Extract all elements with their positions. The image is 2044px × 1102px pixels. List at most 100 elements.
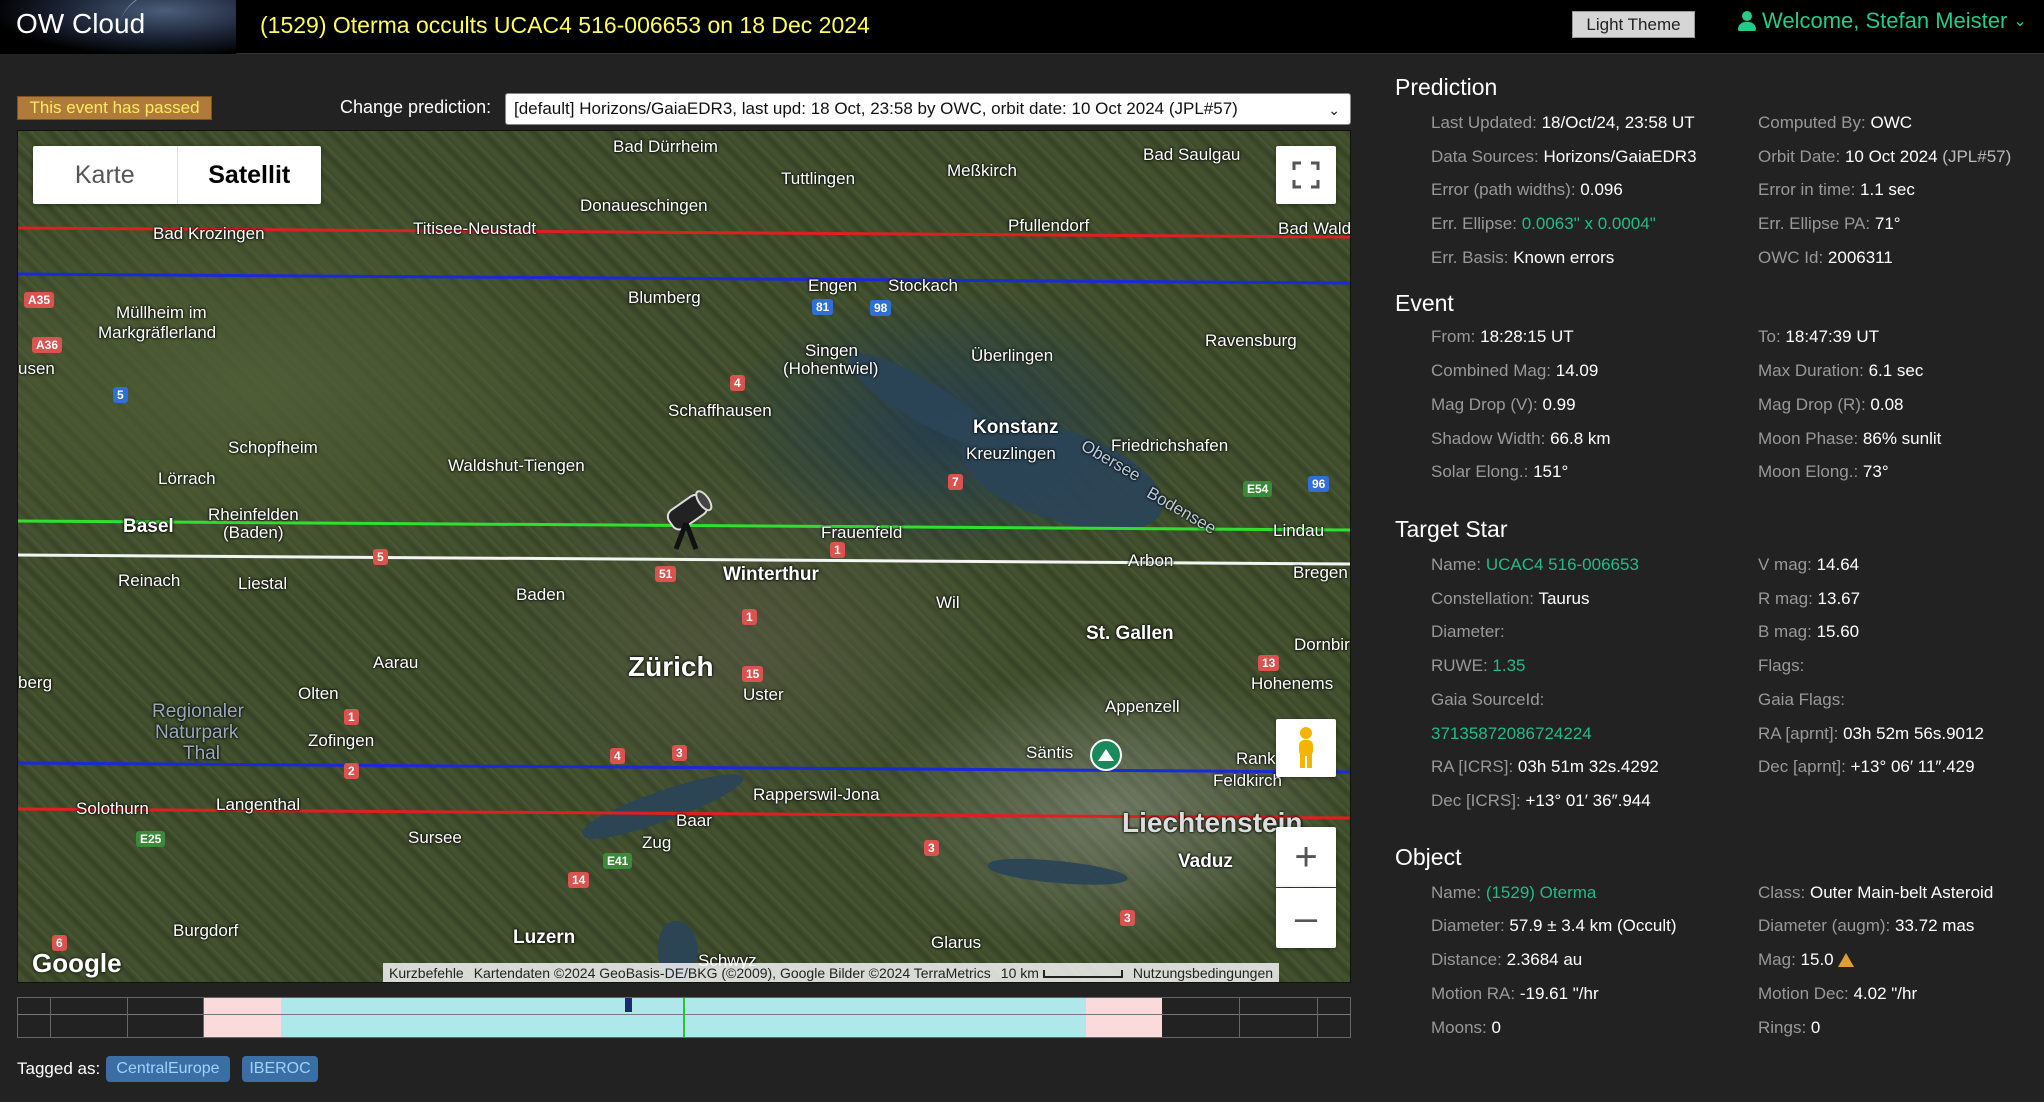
- road-badge: A36: [32, 337, 63, 353]
- gaia-source-id-link[interactable]: 37135872086724224: [1431, 724, 1592, 744]
- road-badge: 98: [870, 300, 892, 316]
- place-label: Müllheim im: [116, 303, 207, 322]
- chevron-down-icon: ⌄: [1328, 102, 1340, 118]
- ra-aprnt-field: RA [aprnt]: 03h 52m 56s.9012: [1758, 724, 1984, 743]
- object-name-link[interactable]: (1529) Oterma: [1486, 883, 1597, 902]
- place-label: Blumberg: [628, 288, 701, 307]
- place-label: Burgdorf: [173, 921, 239, 940]
- road-badge: A35: [24, 292, 55, 308]
- mag-drop-r-field: Mag Drop (R): 0.08: [1758, 395, 1904, 414]
- ruwe-link[interactable]: 1.35: [1492, 656, 1525, 675]
- place-label: usen: [18, 359, 55, 378]
- place-label: Schopfheim: [228, 438, 318, 457]
- gaia-source-id-field: Gaia SourceId:: [1431, 690, 1545, 709]
- road-badge: 4: [730, 375, 745, 391]
- timeline-tick: [128, 998, 204, 1037]
- moons-field: Moons: 0: [1431, 1018, 1501, 1037]
- from-field: From: 18:28:15 UT: [1431, 327, 1574, 346]
- place-label: Bad Dürrheim: [613, 137, 718, 156]
- place-label: Thal: [183, 743, 220, 764]
- google-logo: Google: [32, 948, 122, 978]
- owc-id-field: OWC Id: 2006311: [1758, 248, 1893, 267]
- street-view-pegman-button[interactable]: [1276, 719, 1336, 777]
- mountain-peak-icon[interactable]: [1090, 739, 1122, 771]
- map-type-toggle: Karte Satellit: [33, 146, 321, 204]
- event-timeline[interactable]: [17, 997, 1351, 1038]
- keyboard-shortcuts-link[interactable]: Kurzbefehle: [389, 965, 464, 981]
- place-label: Langenthal: [216, 795, 301, 814]
- road-badge: 1: [830, 542, 845, 558]
- app-logo[interactable]: OW Cloud: [0, 0, 236, 54]
- to-field: To: 18:47:39 UT: [1758, 327, 1879, 346]
- place-label: Baden: [516, 585, 566, 604]
- place-label: Hohenems: [1251, 674, 1334, 693]
- object-section-title: Object: [1395, 844, 1462, 870]
- ra-icrs-field: RA [ICRS]: 03h 51m 32s.4292: [1431, 757, 1659, 776]
- fullscreen-icon: [1292, 161, 1320, 189]
- map-tab-karte[interactable]: Karte: [33, 146, 177, 204]
- diameter-augm-field: Diameter (augm): 33.72 mas: [1758, 916, 1975, 935]
- map-scale[interactable]: 10 km: [1001, 965, 1123, 981]
- rings-field: Rings: 0: [1758, 1018, 1821, 1037]
- app-logo-text: OW Cloud: [16, 8, 146, 39]
- err-ellipse-link[interactable]: 0.0063" x 0.0004": [1522, 214, 1656, 233]
- moon-elong-field: Moon Elong.: 73°: [1758, 462, 1889, 481]
- place-label: Feldkirch: [1213, 771, 1282, 790]
- place-label: Bad Wald: [1278, 219, 1351, 238]
- place-label: Wil: [936, 593, 960, 612]
- road-badge: E54: [1243, 481, 1273, 497]
- timeline-tick: [1162, 998, 1240, 1037]
- warning-icon[interactable]: [1837, 953, 1854, 967]
- place-label: Zürich: [628, 651, 714, 682]
- ruwe-field: RUWE: 1.35: [1431, 656, 1526, 675]
- place-label: St. Gallen: [1086, 623, 1174, 644]
- occultation-map[interactable]: Bad Dürrheim Tuttlingen Meßkirch Bad Sau…: [17, 130, 1351, 983]
- place-label: Luzern: [513, 927, 576, 948]
- star-name-link[interactable]: UCAC4 516-006653: [1486, 555, 1639, 574]
- tag-centraleurope[interactable]: CentralEurope: [106, 1056, 230, 1082]
- zoom-out-button[interactable]: –: [1276, 888, 1336, 948]
- minus-icon: –: [1294, 895, 1318, 940]
- user-icon: [1738, 11, 1756, 31]
- place-label: Aarau: [373, 653, 419, 672]
- max-duration-field: Max Duration: 6.1 sec: [1758, 361, 1924, 380]
- road-badge: 3: [1120, 910, 1135, 926]
- place-label: Donaueschingen: [580, 196, 708, 215]
- timeline-event-marker[interactable]: [625, 998, 632, 1012]
- terms-link[interactable]: Nutzungsbedingungen: [1133, 965, 1273, 981]
- map-scale-label: 10 km: [1000, 965, 1039, 981]
- zoom-in-button[interactable]: +: [1276, 827, 1336, 887]
- light-theme-button[interactable]: Light Theme: [1572, 11, 1695, 38]
- place-label: Lindau: [1273, 521, 1325, 540]
- plus-icon: +: [1294, 834, 1318, 879]
- fullscreen-button[interactable]: [1276, 146, 1336, 204]
- user-menu[interactable]: Welcome, Stefan Meister ⌄: [1738, 8, 2027, 34]
- place-label: Rheinfelden: [208, 505, 299, 524]
- error-path-field: Error (path widths): 0.096: [1431, 180, 1623, 199]
- computed-by-field: Computed By: OWC: [1758, 113, 1913, 132]
- place-label: Glarus: [931, 933, 982, 952]
- road-badge: E25: [136, 831, 166, 847]
- dec-aprnt-field: Dec [aprnt]: +13° 06′ 11″.429: [1758, 757, 1975, 776]
- place-label: (Hohentwiel): [783, 359, 879, 378]
- event-title: (1529) Oterma occults UCAC4 516-006653 o…: [260, 12, 870, 38]
- road-badge: 14: [568, 872, 590, 888]
- tag-iberoc[interactable]: IBEROC: [242, 1056, 318, 1082]
- err-basis-field: Err. Basis: Known errors: [1431, 248, 1615, 267]
- map-tab-satellit[interactable]: Satellit: [176, 146, 322, 204]
- event-passed-badge: This event has passed: [17, 96, 212, 120]
- road-badge: 1: [742, 609, 757, 625]
- scale-bar-icon: [1042, 970, 1123, 979]
- road-badge: 15: [742, 666, 764, 682]
- place-label: Baar: [676, 811, 712, 830]
- place-label: Waldshut-Tiengen: [448, 456, 585, 475]
- data-sources-field: Data Sources: Horizons/GaiaEDR3: [1431, 147, 1697, 166]
- telescope-marker-icon[interactable]: [658, 483, 718, 553]
- prediction-select[interactable]: [default] Horizons/GaiaEDR3, last upd: 1…: [505, 93, 1351, 125]
- road-badge: 3: [672, 745, 687, 761]
- change-prediction-label: Change prediction:: [340, 97, 492, 117]
- place-label: Naturpark: [155, 722, 239, 743]
- place-label: Ravensburg: [1205, 331, 1297, 350]
- rmag-field: R mag: 13.67: [1758, 589, 1861, 608]
- orbit-date-field: Orbit Date: 10 Oct 2024 (JPL#57): [1758, 147, 2012, 166]
